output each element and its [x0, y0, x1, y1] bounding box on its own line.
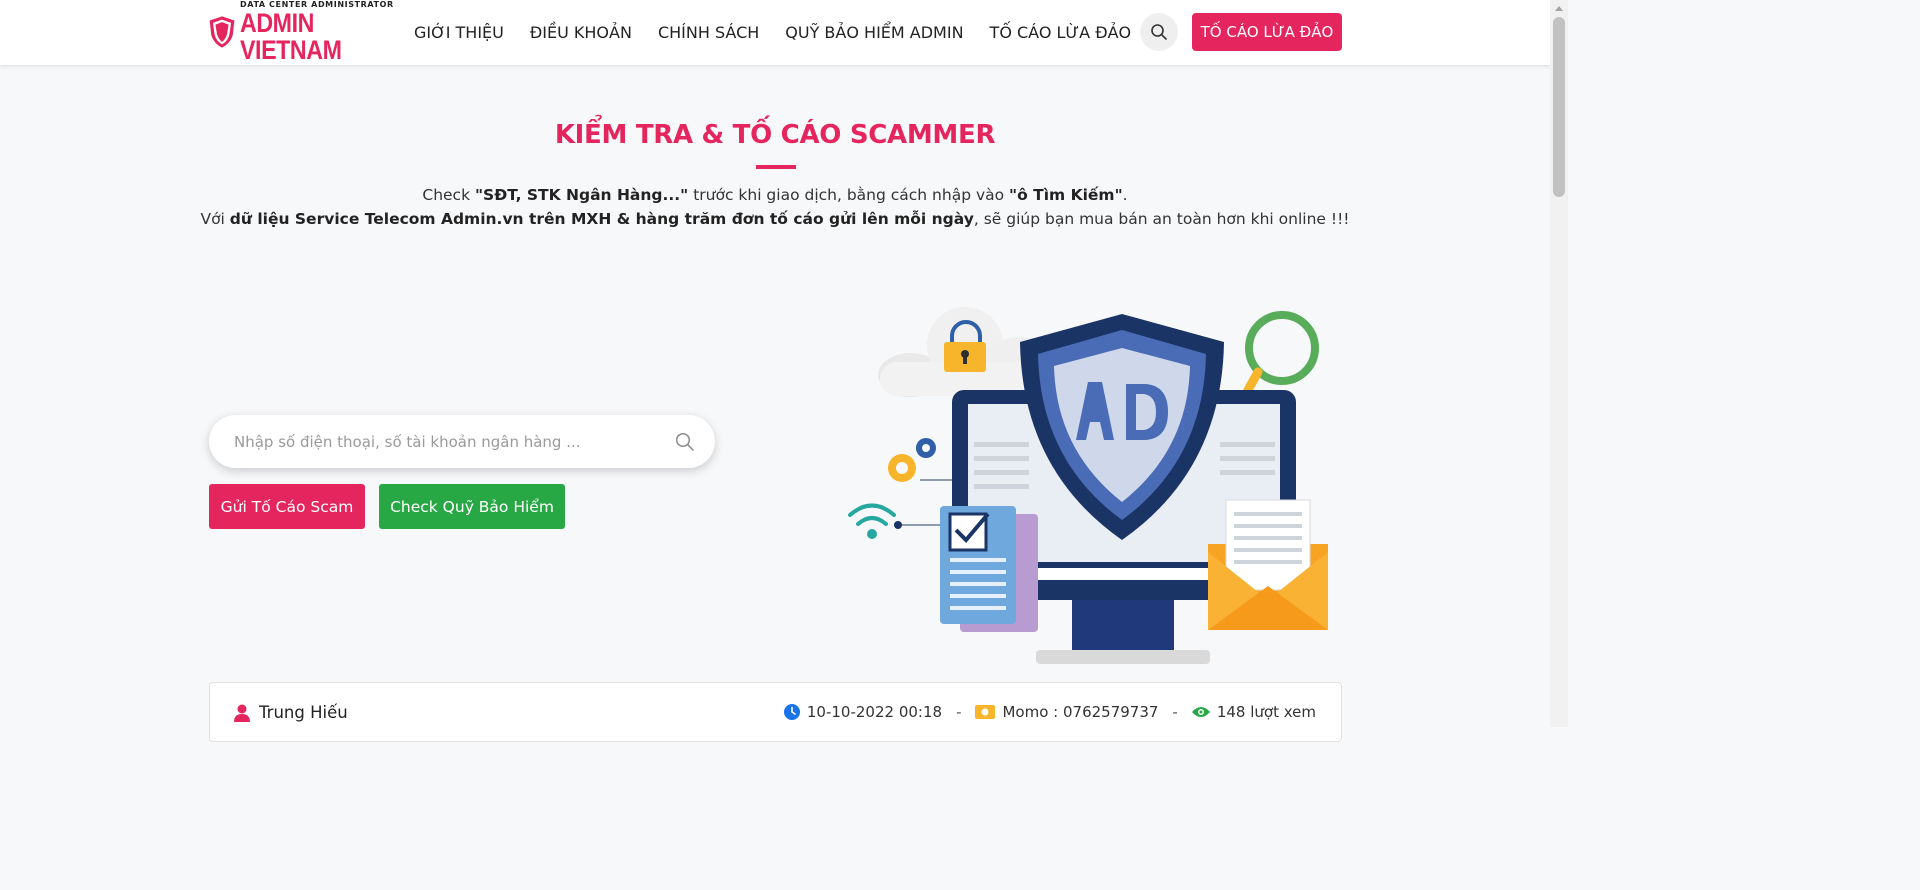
eye-icon: [1191, 707, 1210, 717]
submit-scam-report-button[interactable]: Gửi Tố Cáo Scam: [209, 484, 365, 529]
site-header: DATA CENTER ADMINISTRATOR ADMIN VIETNAM …: [0, 0, 1550, 65]
hero-description-line-2: Với dữ liệu Service Telecom Admin.vn trê…: [200, 210, 1350, 228]
search-icon: [1151, 24, 1167, 40]
nav-item-gioi-thieu[interactable]: GIỚI THIỆU: [414, 23, 504, 42]
nav-item-quy-bao-hiem[interactable]: QUỸ BẢO HIỂM ADMIN: [785, 23, 963, 42]
page-scrollbar[interactable]: [1550, 0, 1568, 727]
logo-brand: ADMIN VIETNAM: [240, 7, 342, 65]
check-insurance-button[interactable]: Check Quỹ Bảo Hiểm: [379, 484, 565, 529]
magnifier-icon: [1243, 311, 1319, 395]
report-fraud-button[interactable]: TỐ CÁO LỪA ĐẢO: [1192, 13, 1342, 51]
nav-item-to-cao[interactable]: TỐ CÁO LỪA ĐẢO: [990, 23, 1132, 42]
scam-search-box: [209, 415, 715, 468]
nav-item-dieu-khoan[interactable]: ĐIỀU KHOẢN: [530, 23, 632, 42]
account-number: Momo : 0762579737: [1002, 703, 1159, 721]
envelope-icon: [1208, 499, 1328, 630]
checklist-icon: [940, 506, 1038, 632]
security-illustration: [848, 307, 1328, 664]
header-search-button[interactable]: [1140, 13, 1178, 51]
title-underline: [756, 165, 796, 169]
main-nav: GIỚI THIỆU ĐIỀU KHOẢN CHÍNH SÁCH QUỸ BẢO…: [414, 0, 1157, 64]
hero-description-line-1: Check "SĐT, STK Ngân Hàng..." trước khi …: [422, 186, 1128, 204]
clock-icon: [783, 704, 800, 720]
scam-search-input[interactable]: [234, 432, 675, 451]
nav-item-chinh-sach[interactable]: CHÍNH SÁCH: [658, 23, 759, 42]
view-count: 148 lượt xem: [1216, 703, 1316, 721]
money-icon: [975, 705, 996, 719]
post-datetime: 10-10-2022 00:18: [806, 703, 943, 721]
wifi-icon: [848, 503, 941, 539]
scrollbar-thumb[interactable]: [1553, 17, 1565, 197]
reporter-name: Trung Hiếu: [259, 703, 348, 722]
shield-logo-icon: [209, 16, 235, 48]
meta-separator: -: [956, 703, 962, 721]
gear-icon: [888, 438, 952, 482]
user-icon: [234, 704, 250, 722]
scroll-up-arrow-icon[interactable]: [1555, 6, 1563, 11]
meta-separator: -: [1172, 703, 1178, 721]
page-title: KIỂM TRA & TỐ CÁO SCAMMER: [554, 120, 996, 150]
site-logo[interactable]: DATA CENTER ADMINISTRATOR ADMIN VIETNAM: [208, 0, 414, 63]
scam-report-card[interactable]: Trung Hiếu 10-10-2022 00:18 - Momo : 076…: [209, 682, 1342, 742]
search-icon[interactable]: [675, 432, 695, 452]
